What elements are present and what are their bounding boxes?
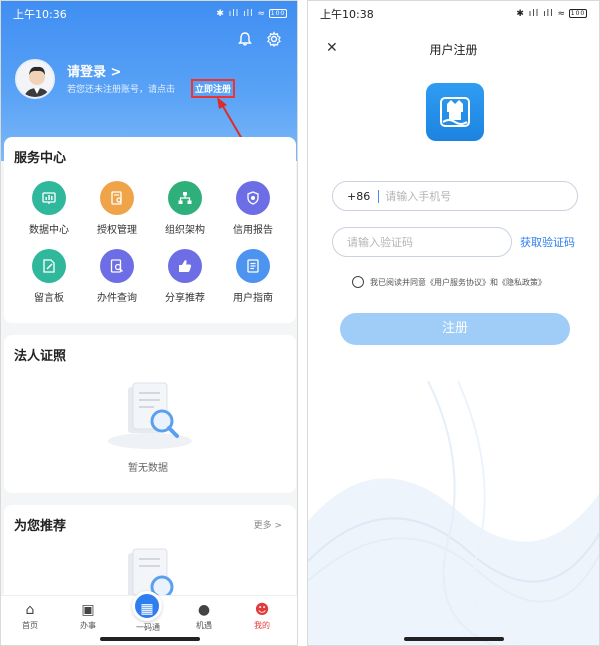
service-label: 办件查询 <box>97 293 137 304</box>
status-time: 上午10:38 <box>320 8 374 21</box>
signal-icons: ✱ ıll ıll ≈100 <box>516 9 587 19</box>
edit-icon <box>32 249 66 283</box>
service-label: 留言板 <box>34 293 64 304</box>
briefcase-icon: ▣ <box>81 602 95 618</box>
service-label: 数据中心 <box>29 225 69 236</box>
register-button[interactable]: 注册 <box>340 313 570 345</box>
app-logo <box>426 83 484 141</box>
bell-icon[interactable] <box>235 31 255 51</box>
home-icon: ⌂ <box>25 602 35 618</box>
register-now-link[interactable]: 立即注册 <box>191 79 236 98</box>
login-link[interactable]: 请登录 > <box>67 61 121 80</box>
phone-input[interactable] <box>385 189 577 203</box>
guide-icon <box>236 249 270 283</box>
status-bar: 上午10:38 ✱ ıll ıll ≈100 <box>308 1 599 27</box>
key-doc-icon <box>100 181 134 215</box>
nav-label: 一码通 <box>136 623 160 632</box>
empty-illustration <box>108 382 192 449</box>
nav-label: 我的 <box>254 621 270 630</box>
get-code-button[interactable]: 获取验证码 <box>520 234 575 250</box>
search-doc-icon <box>100 249 134 283</box>
service-authorization[interactable]: 授权管理 <box>86 181 148 236</box>
service-user-guide[interactable]: 用户指南 <box>222 249 284 304</box>
agreement-text[interactable]: 我已阅读并同意《用户服务协议》和《隐私政策》 <box>370 277 546 288</box>
battery-icon: 100 <box>569 9 587 18</box>
status-bar: 上午10:36 ✱ ıll ıll ≈100 <box>1 1 297 27</box>
signal-icon-text: ✱ ıll ıll ≈ <box>516 9 566 19</box>
qr-icon[interactable]: ▦ <box>132 591 162 621</box>
bulb-icon: ● <box>197 602 211 618</box>
service-label: 分享推荐 <box>165 293 205 304</box>
avatar[interactable] <box>15 59 55 99</box>
legal-license-title: 法人证照 <box>14 349 67 364</box>
nav-label: 首页 <box>22 621 38 630</box>
legal-license-card: 法人证照 暂无数据 <box>4 335 296 493</box>
profile-screen: 上午10:36 ✱ ıll ıll ≈100 请登录 > 若您还未注册账号，请点… <box>0 0 298 646</box>
nav-label: 机遇 <box>196 621 212 630</box>
battery-icon: 100 <box>269 9 287 18</box>
more-link[interactable]: 更多 > <box>254 518 282 531</box>
page-title: 用户注册 <box>429 43 478 57</box>
code-field <box>332 227 512 257</box>
agreement-row: 我已阅读并同意《用户服务协议》和《隐私政策》 <box>352 276 546 288</box>
empty-text: 暂无数据 <box>128 463 168 474</box>
org-icon <box>168 181 202 215</box>
signal-icons: ✱ ıll ıll ≈100 <box>216 9 287 19</box>
home-indicator <box>404 637 504 641</box>
service-organization[interactable]: 组织架构 <box>154 181 216 236</box>
status-time: 上午10:36 <box>13 8 67 21</box>
verification-code-input[interactable] <box>347 235 511 249</box>
chart-icon <box>32 181 66 215</box>
shield-icon <box>236 181 270 215</box>
agreement-checkbox[interactable] <box>352 276 364 288</box>
nav-code[interactable]: 一码通 <box>123 622 173 633</box>
register-hint: 若您还未注册账号，请点击 <box>67 85 176 95</box>
nav-home[interactable]: ⌂ 首页 <box>5 600 55 631</box>
signal-icon-text: ✱ ıll ıll ≈ <box>216 9 266 19</box>
nav-opportunity[interactable]: ● 机遇 <box>179 600 229 631</box>
service-data-center[interactable]: 数据中心 <box>18 181 80 236</box>
user-icon: ☻ <box>254 602 270 618</box>
recommend-card: 为您推荐 更多 > <box>4 505 296 605</box>
service-message-board[interactable]: 留言板 <box>18 249 80 304</box>
country-code[interactable]: +86 <box>333 189 380 203</box>
service-share[interactable]: 分享推荐 <box>154 249 216 304</box>
service-case-query[interactable]: 办件查询 <box>86 249 148 304</box>
service-label: 用户指南 <box>233 293 273 304</box>
service-center-title: 服务中心 <box>14 151 67 166</box>
service-label: 信用报告 <box>233 225 273 236</box>
nav-services[interactable]: ▣ 办事 <box>63 600 113 631</box>
register-screen: 上午10:38 ✱ ıll ıll ≈100 ✕ 用户注册 +86 获取验证码 … <box>307 0 600 646</box>
background-waves <box>308 381 599 645</box>
recommend-title: 为您推荐 <box>14 519 67 534</box>
phone-field: +86 <box>332 181 578 211</box>
thumb-icon <box>168 249 202 283</box>
nav-label: 办事 <box>80 621 96 630</box>
nav-mine[interactable]: ☻ 我的 <box>237 600 287 631</box>
service-label: 授权管理 <box>97 225 137 236</box>
home-indicator <box>100 637 200 641</box>
service-center-card: 服务中心 数据中心 授权管理 组织架构 信用报告 留言板 办件查询 分享推荐 用… <box>4 137 296 323</box>
service-label: 组织架构 <box>165 225 205 236</box>
gear-icon[interactable] <box>264 31 284 51</box>
service-credit-report[interactable]: 信用报告 <box>222 181 284 236</box>
